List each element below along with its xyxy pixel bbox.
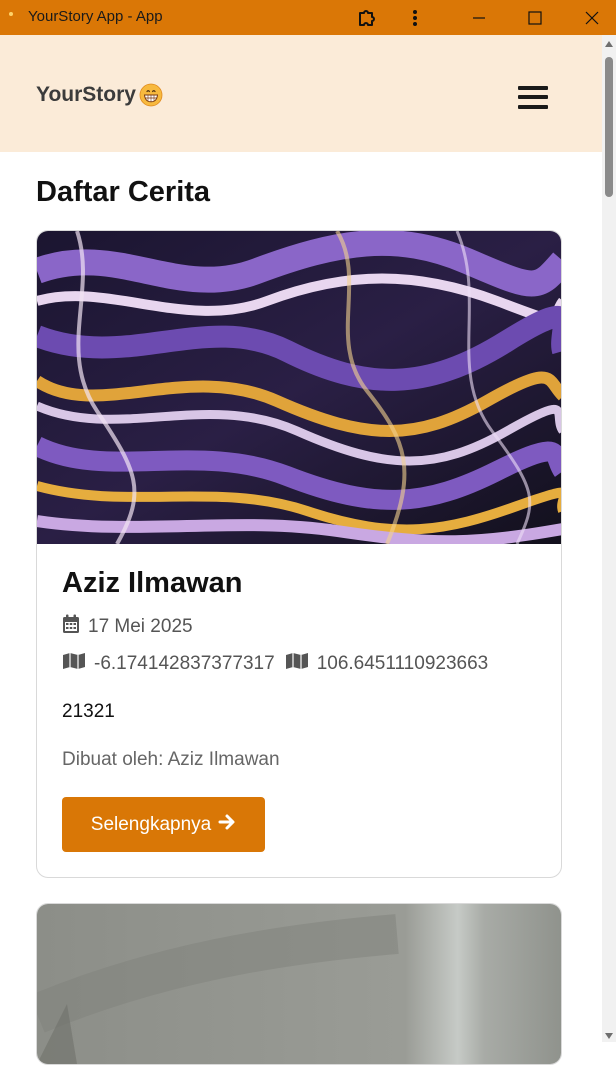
- app-header: YourStory: [0, 35, 602, 152]
- story-longitude: 106.6451110923663: [316, 653, 489, 674]
- close-icon[interactable]: [576, 0, 608, 35]
- brand-logo[interactable]: YourStory: [36, 83, 163, 107]
- brand-name: YourStory: [36, 83, 136, 106]
- scroll-up-arrow-icon[interactable]: [605, 41, 613, 47]
- window-title: YourStory App - App: [28, 8, 163, 25]
- read-more-label: Selengkapnya: [90, 813, 212, 835]
- story-card: [36, 903, 562, 1065]
- scroll-down-arrow-icon[interactable]: [605, 1033, 613, 1039]
- calendar-icon: [62, 614, 80, 640]
- maximize-icon[interactable]: [520, 0, 550, 35]
- grinning-face-emoji-icon: [139, 83, 163, 107]
- minimize-icon[interactable]: [464, 0, 494, 35]
- story-card: Aziz Ilmawan 17 Mei 2025 -6.174142837377…: [36, 230, 562, 878]
- vertical-scrollbar[interactable]: [602, 35, 616, 1042]
- story-image: [37, 231, 561, 548]
- story-image: [37, 904, 561, 1064]
- map-icon: [285, 652, 309, 676]
- arrow-right-icon: [218, 813, 236, 837]
- hamburger-menu-icon[interactable]: [518, 84, 548, 110]
- story-latitude: -6.174142837377317: [94, 653, 275, 674]
- more-icon[interactable]: [402, 0, 428, 35]
- story-author-name: Aziz Ilmawan: [62, 567, 243, 599]
- story-date: 17 Mei 2025: [62, 614, 193, 640]
- story-description: 21321: [62, 701, 115, 722]
- story-location: -6.174142837377317 106.6451110923663: [62, 652, 488, 676]
- scrollbar-thumb[interactable]: [605, 57, 613, 197]
- story-date-text: 17 Mei 2025: [88, 616, 193, 637]
- window-titlebar: YourStory App - App: [0, 0, 616, 35]
- page-title: Daftar Cerita: [36, 176, 211, 208]
- map-icon: [62, 652, 86, 676]
- read-more-button[interactable]: Selengkapnya: [62, 797, 265, 852]
- story-created-by: Dibuat oleh: Aziz Ilmawan: [62, 749, 280, 770]
- app-icon: [9, 12, 13, 16]
- extension-icon[interactable]: [352, 0, 382, 35]
